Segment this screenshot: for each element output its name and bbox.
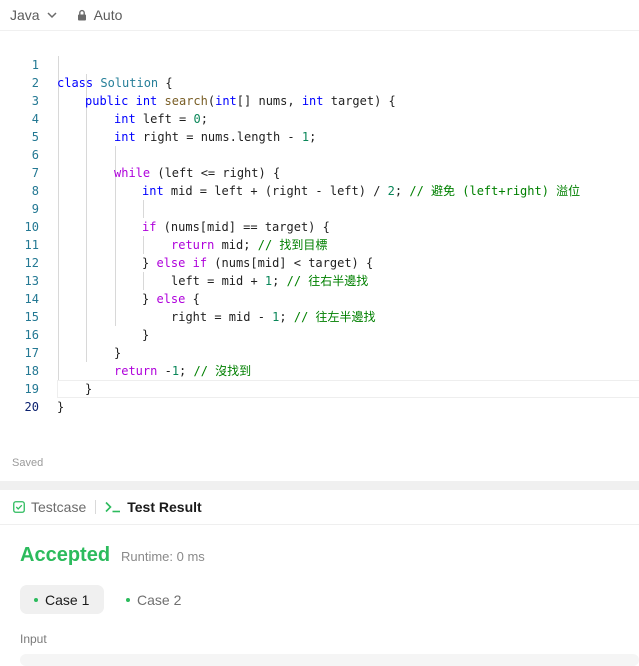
lock-icon — [76, 9, 88, 21]
case-2-label: Case 2 — [137, 591, 182, 608]
case-1-label: Case 1 — [45, 591, 90, 608]
code-line: 4 int right = nums.length - 1; — [0, 92, 639, 144]
code-line: 17 return -1; // 沒找到 — [0, 326, 639, 378]
language-selector[interactable]: Java — [10, 7, 58, 23]
code-line: 1 class Solution { — [0, 38, 639, 90]
code-line: 12 left = mid + 1; // 往右半邊找 — [0, 236, 639, 288]
code-line: 18 } — [0, 344, 639, 396]
editor-toolbar: Java Auto — [0, 0, 639, 31]
tab-divider — [95, 500, 97, 514]
saved-status: Saved — [12, 457, 44, 469]
panel-tabs: Testcase Test Result — [0, 490, 639, 525]
tab-testcase[interactable]: Testcase — [13, 499, 86, 515]
pass-dot-icon — [126, 597, 130, 602]
code-line: 9 if (nums[mid] == target) { — [0, 182, 639, 234]
panel-resize-handle[interactable] — [0, 481, 639, 490]
code-line: 13 } else { — [0, 254, 639, 306]
code-line: 15 } — [0, 290, 639, 342]
chevron-down-icon — [46, 9, 58, 21]
auto-mode[interactable]: Auto — [76, 7, 123, 23]
code-line: 7 int mid = left + (right - left) / 2; /… — [0, 146, 639, 198]
auto-label: Auto — [93, 7, 123, 23]
terminal-icon — [105, 501, 121, 513]
code-line: 5 — [0, 110, 639, 144]
code-line: 19 } — [0, 362, 639, 414]
result-status: Accepted — [20, 544, 111, 566]
code-line: 6 while (left <= right) { — [0, 128, 639, 180]
code-text: } — [57, 400, 65, 414]
language-label: Java — [10, 7, 40, 23]
code-line: 11 } else if (nums[mid] < target) { — [0, 218, 639, 270]
input-value-box[interactable] — [20, 654, 639, 666]
pass-dot-icon — [34, 597, 38, 602]
code-line: 20 — [0, 380, 639, 414]
code-line: 16 } — [0, 308, 639, 360]
tab-test-result[interactable]: Test Result — [105, 499, 202, 515]
checkbox-icon — [13, 501, 25, 513]
input-label: Input — [20, 632, 47, 646]
code-line: 10 return mid; // 找到目標 — [0, 200, 639, 252]
code-line: 2 public int search(int[] nums, int targ… — [0, 56, 639, 108]
tab-test-result-label: Test Result — [127, 499, 202, 515]
test-panel: Testcase Test Result Accepted Runtime: 0… — [0, 490, 639, 666]
code-line: 14 right = mid - 1; // 往左半邊找 — [0, 272, 639, 324]
tab-testcase-label: Testcase — [31, 499, 87, 515]
code-line: 3 int left = 0; — [0, 74, 639, 126]
case-2-tab[interactable]: Case 2 — [112, 585, 196, 614]
code-editor[interactable]: 1 class Solution { 2 public int search(i… — [0, 38, 639, 414]
code-line: 8 — [0, 164, 639, 198]
case-1-tab[interactable]: Case 1 — [20, 585, 105, 614]
runtime-text: Runtime: 0 ms — [121, 549, 205, 564]
line-number: 20 — [24, 400, 39, 414]
